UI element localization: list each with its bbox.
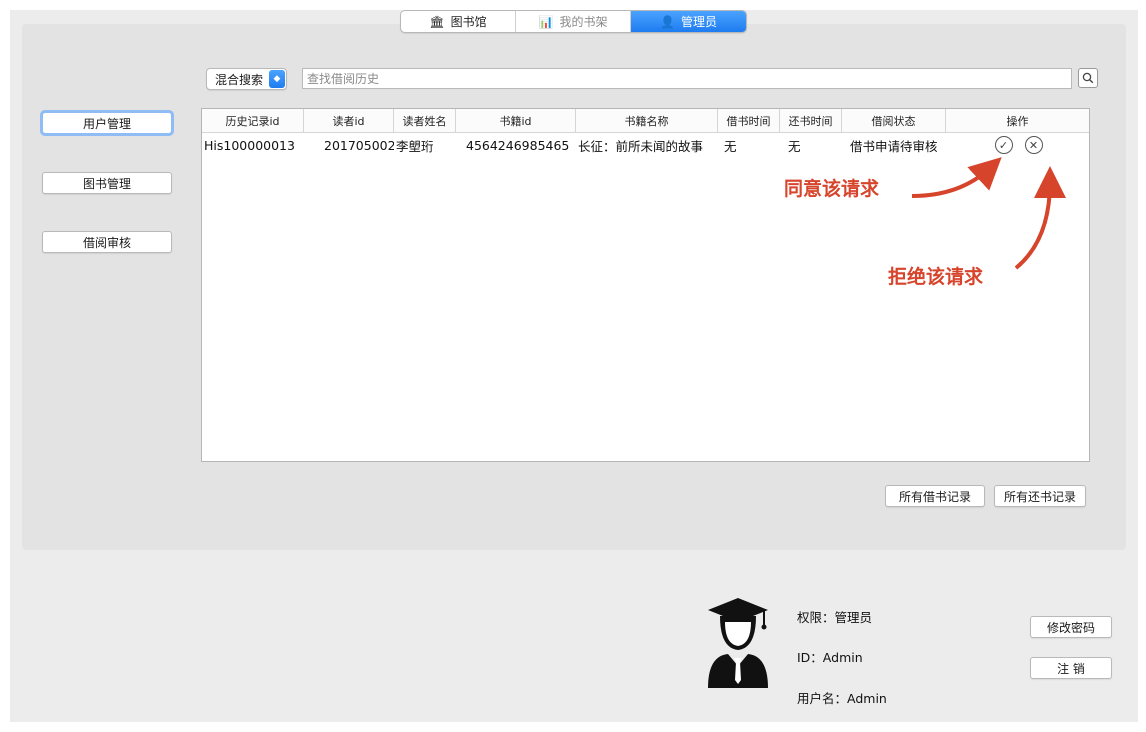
cell-reader-id: 2017050025 bbox=[324, 137, 394, 153]
search-button[interactable] bbox=[1078, 68, 1098, 88]
cell-actions: ✓ ✕ bbox=[946, 136, 1089, 154]
column-header[interactable]: 借书时间 bbox=[718, 109, 780, 132]
window-content: 🏛 图书馆 📊 我的书架 👤 管理员 用户管理 图书管理 借阅审核 混合搜索 ◆ bbox=[10, 10, 1138, 722]
sidebar-item-label: 用户管理 bbox=[82, 116, 131, 131]
cell-borrow-time: 无 bbox=[724, 138, 737, 154]
button-label: 所有借书记录 bbox=[898, 489, 971, 504]
table-header: 历史记录id 读者id 读者姓名 书籍id 书籍名称 借书时间 还书时间 借阅状… bbox=[202, 109, 1089, 133]
annotation-approve-label: 同意该请求 bbox=[784, 178, 880, 200]
button-label: 所有还书记录 bbox=[1003, 489, 1076, 504]
approve-check-icon[interactable]: ✓ bbox=[994, 136, 1013, 154]
sidebar-item-label: 图书管理 bbox=[82, 176, 131, 191]
admin-icon: 👤 bbox=[660, 14, 675, 29]
search-mode-label: 混合搜索 bbox=[215, 72, 264, 87]
cell-book-name: 长征：前所未闻的故事 bbox=[578, 138, 704, 154]
admin-avatar-icon bbox=[708, 598, 768, 688]
sidebar-item-borrow-review[interactable]: 借阅审核 bbox=[42, 231, 172, 253]
button-label: 修改密码 bbox=[1046, 620, 1095, 635]
all-borrow-records-button[interactable]: 所有借书记录 bbox=[885, 485, 985, 507]
tab-bookshelf-label: 我的书架 bbox=[559, 15, 608, 29]
sidebar-item-label: 借阅审核 bbox=[82, 235, 131, 250]
tab-admin[interactable]: 👤 管理员 bbox=[631, 11, 746, 32]
bookshelf-icon: 📊 bbox=[538, 14, 554, 29]
all-return-records-button[interactable]: 所有还书记录 bbox=[994, 485, 1086, 507]
user-id: ID：Admin bbox=[797, 650, 863, 665]
logout-button[interactable]: 注 销 bbox=[1030, 657, 1112, 679]
cell-history-id: His100000013 bbox=[204, 137, 295, 153]
search-input[interactable] bbox=[302, 68, 1072, 89]
cell-book-id: 4564246985465 bbox=[466, 137, 570, 153]
cell-return-time: 无 bbox=[788, 138, 801, 154]
button-label: 注 销 bbox=[1057, 661, 1085, 676]
tab-admin-label: 管理员 bbox=[680, 15, 717, 29]
sidebar-item-user-management[interactable]: 用户管理 bbox=[40, 110, 174, 136]
column-header[interactable]: 读者姓名 bbox=[394, 109, 456, 132]
user-role: 权限：管理员 bbox=[797, 610, 873, 625]
tab-library[interactable]: 🏛 图书馆 bbox=[401, 11, 516, 32]
column-header[interactable]: 还书时间 bbox=[780, 109, 842, 132]
top-tab-bar: 🏛 图书馆 📊 我的书架 👤 管理员 bbox=[400, 10, 747, 33]
column-header[interactable]: 操作 bbox=[946, 109, 1089, 132]
tab-bookshelf[interactable]: 📊 我的书架 bbox=[516, 11, 631, 32]
chevron-updown-icon: ◆ bbox=[269, 70, 286, 88]
sidebar-item-book-management[interactable]: 图书管理 bbox=[42, 172, 172, 194]
search-icon bbox=[1082, 72, 1094, 84]
column-header[interactable]: 历史记录id bbox=[202, 109, 304, 132]
reject-x-icon[interactable]: ✕ bbox=[1024, 136, 1043, 154]
search-mode-select[interactable]: 混合搜索 ◆ bbox=[206, 68, 288, 90]
cell-status: 借书申请待审核 bbox=[850, 138, 938, 154]
column-header[interactable]: 书籍名称 bbox=[576, 109, 718, 132]
table-row[interactable]: His100000013 2017050025 李塱珩 456424698546… bbox=[202, 133, 1089, 157]
change-password-button[interactable]: 修改密码 bbox=[1030, 616, 1112, 638]
column-header[interactable]: 书籍id bbox=[456, 109, 576, 132]
tab-library-label: 图书馆 bbox=[450, 15, 487, 29]
library-icon: 🏛 bbox=[429, 14, 445, 29]
column-header[interactable]: 借阅状态 bbox=[842, 109, 946, 132]
column-header[interactable]: 读者id bbox=[304, 109, 394, 132]
annotation-reject-label: 拒绝该请求 bbox=[888, 266, 984, 288]
user-username: 用户名：Admin bbox=[797, 691, 887, 706]
cell-reader-name: 李塱珩 bbox=[396, 138, 434, 154]
